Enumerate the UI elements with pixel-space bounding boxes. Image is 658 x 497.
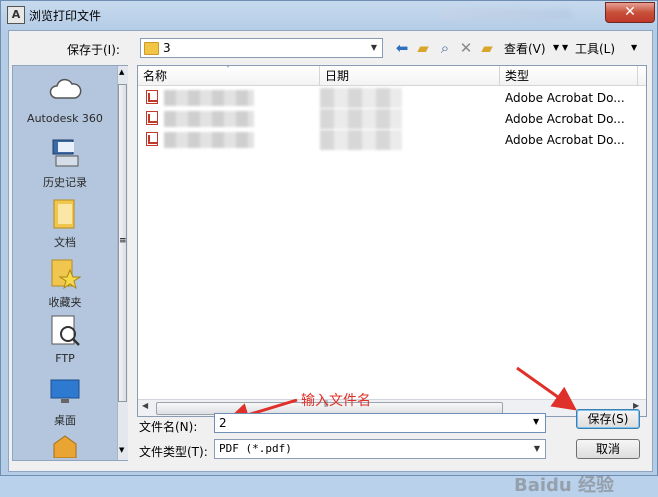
watermark: Baidu 经验 xyxy=(514,475,615,496)
chevron-down-icon[interactable]: ▼ xyxy=(529,440,545,458)
blurred-title-region xyxy=(441,9,571,19)
filetype-dropdown[interactable]: PDF (*.pdf) ▼ xyxy=(214,439,546,459)
autocad-app-icon: A xyxy=(7,6,25,24)
filename-label: 文件名(N): xyxy=(139,420,198,434)
arrow-to-save xyxy=(516,366,577,411)
window-title: 浏览打印文件 xyxy=(29,9,102,23)
cancel-button[interactable]: 取消 xyxy=(576,439,640,459)
filetype-value: PDF (*.pdf) xyxy=(219,442,292,455)
filename-chevron-down-icon[interactable]: ▼ xyxy=(533,417,539,426)
close-button[interactable]: ✕ xyxy=(605,2,655,23)
dialog-body: 保存于(I): 3 ▼ ⬅ ▰ ⌕ ✕ ▰ 查看(V) ▼ ▼ 工具(L) ▼ … xyxy=(8,30,653,496)
save-button[interactable]: 保存(S) xyxy=(576,409,640,429)
annotation-arrows xyxy=(225,366,577,427)
save-dialog-window: A 浏览打印文件 ✕ 保存于(I): 3 ▼ ⬅ ▰ ⌕ ✕ ▰ 查看(V) ▼… xyxy=(0,0,658,496)
filetype-label: 文件类型(T): xyxy=(139,445,208,459)
title-bar[interactable]: A 浏览打印文件 ✕ xyxy=(1,1,657,29)
filename-input[interactable] xyxy=(214,413,546,433)
